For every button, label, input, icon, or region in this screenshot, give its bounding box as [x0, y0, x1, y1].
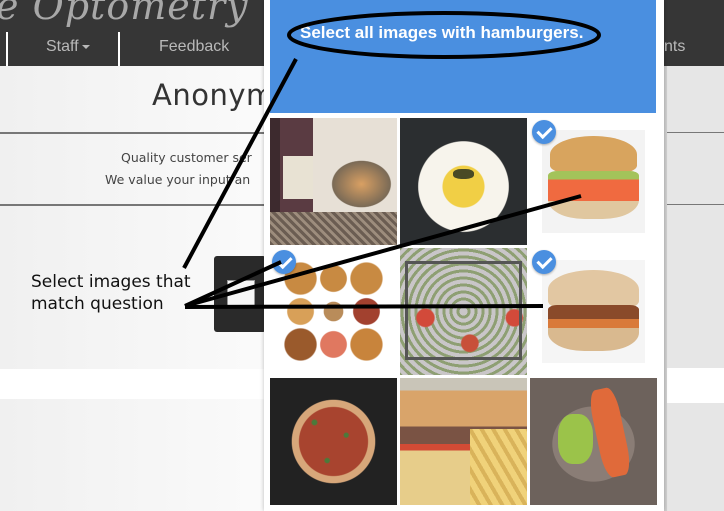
tile-image	[542, 130, 645, 233]
tile-image	[542, 260, 645, 363]
captcha-tile-pizza[interactable]	[270, 378, 397, 505]
nav-item-feedback[interactable]: Feedback	[159, 38, 229, 56]
screenshot-root: e Optometry Staff Feedback nts Anonym Qu…	[0, 0, 724, 511]
site-logo: e Optometry	[0, 0, 249, 28]
divider	[667, 132, 724, 133]
captcha-tile-hamburger-collage[interactable]	[270, 248, 397, 375]
checkmark-icon	[532, 120, 556, 144]
nav-item-partial[interactable]: nts	[664, 38, 685, 56]
recaptcha-checkbox[interactable]	[227, 280, 255, 308]
captcha-prompt: Select all images with hamburgers.	[300, 23, 584, 42]
checkmark-icon	[532, 250, 556, 274]
nav-item-label: Staff	[46, 38, 79, 55]
captcha-tile-hamburger-with-fries[interactable]	[400, 378, 527, 505]
captcha-tile-hamburger[interactable]	[530, 118, 657, 245]
captcha-tile-hamburger[interactable]	[530, 248, 657, 375]
captcha-tile-wine-and-vegetables[interactable]	[270, 118, 397, 245]
tile-image	[400, 248, 527, 375]
captcha-header: Select all images with hamburgers.	[270, 0, 656, 113]
tile-image	[530, 378, 657, 505]
site-strip	[667, 368, 724, 403]
tile-image	[282, 260, 385, 363]
page-title: Anonym	[152, 78, 275, 112]
tile-image	[270, 378, 397, 505]
page-subtitle-line2: We value your input an	[105, 172, 251, 187]
tile-image	[400, 118, 527, 245]
annotation-line: match question	[31, 294, 164, 314]
captcha-tile-crab-dish[interactable]	[530, 378, 657, 505]
captcha-tile-pasta-plate[interactable]	[400, 118, 527, 245]
captcha-challenge-dialog: Select all images with hamburgers.	[264, 0, 664, 511]
captcha-tile-shrimp-platter[interactable]	[400, 248, 527, 375]
tile-image	[270, 118, 397, 245]
nav-separator	[6, 32, 8, 66]
checkmark-icon	[272, 250, 296, 274]
divider	[667, 204, 724, 205]
nav-separator	[118, 32, 120, 66]
page-subtitle-line1: Quality customer ser	[121, 150, 252, 165]
captcha-image-grid	[270, 118, 660, 508]
annotation-line: Select images that	[31, 272, 191, 292]
tile-image	[400, 378, 527, 505]
chevron-down-icon	[81, 44, 90, 49]
nav-item-staff[interactable]: Staff	[46, 38, 90, 56]
annotation-label: Select images that match question	[31, 271, 191, 315]
recaptcha-widget[interactable]	[214, 256, 266, 332]
